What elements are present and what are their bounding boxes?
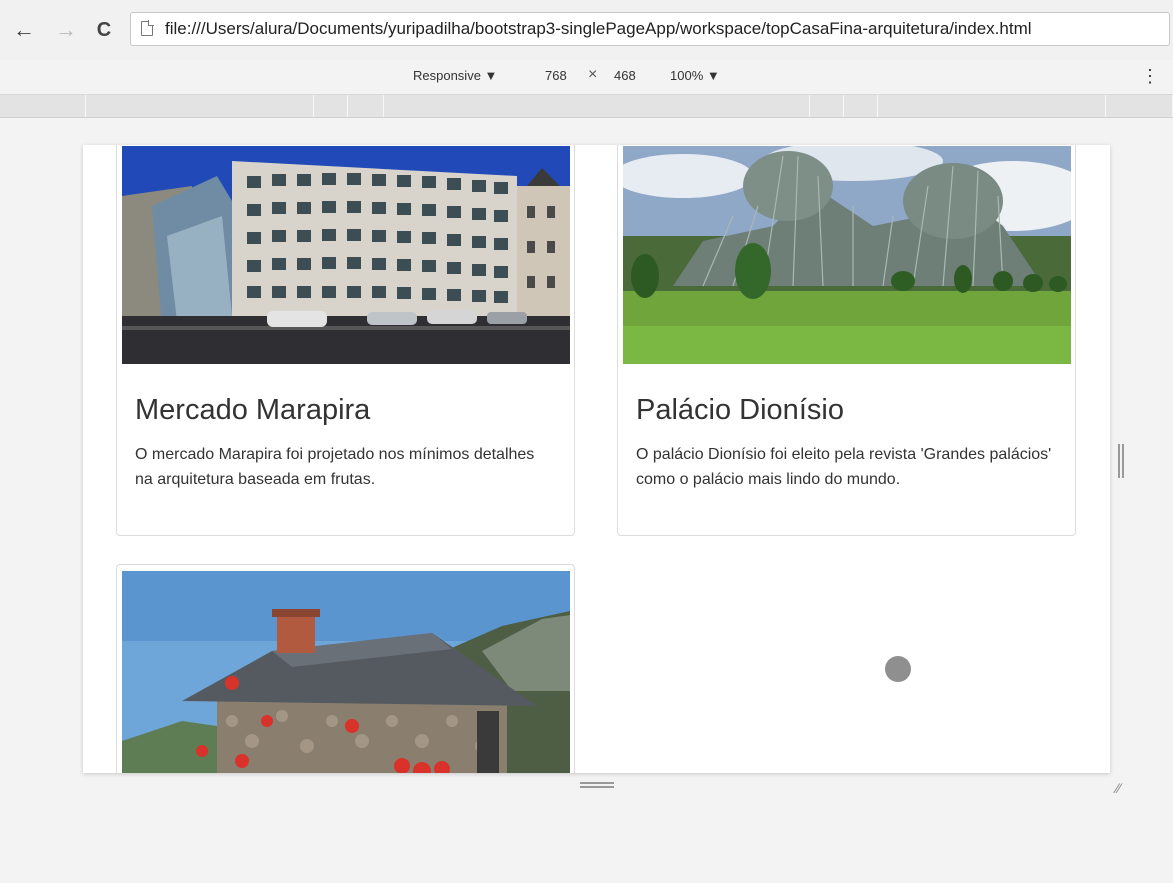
browser-toolbar: ← → C file:///Users/alura/Documents/yuri… bbox=[0, 0, 1173, 61]
viewport-height-input[interactable]: 468 bbox=[614, 68, 636, 83]
media-query-segment[interactable] bbox=[384, 95, 810, 117]
card-text: O palácio Dionísio foi eleito pela revis… bbox=[636, 446, 1052, 488]
emulated-page: Mercado Marapira O mercado Marapira foi … bbox=[83, 145, 1110, 773]
viewport-width-input[interactable]: 768 bbox=[545, 68, 567, 83]
address-bar[interactable]: file:///Users/alura/Documents/yuripadilh… bbox=[130, 12, 1170, 46]
card-title: Mercado Marapira bbox=[135, 394, 371, 426]
card-stone-house[interactable] bbox=[116, 564, 575, 773]
media-query-segment[interactable] bbox=[844, 95, 878, 117]
card-palacio-dionisio[interactable]: Palácio Dionísio O palácio Dionísio foi … bbox=[617, 145, 1076, 536]
more-options-icon[interactable]: ⋮ bbox=[1141, 66, 1159, 87]
card-image bbox=[122, 571, 570, 773]
device-toolbar: Responsive ▼ 768 × 468 100% ▼ ⋮ bbox=[0, 60, 1173, 95]
back-button[interactable]: ← bbox=[12, 18, 36, 42]
touch-cursor-indicator bbox=[885, 656, 911, 682]
media-query-segment[interactable] bbox=[878, 95, 1106, 117]
viewport-height-handle[interactable] bbox=[580, 782, 614, 788]
media-query-segment[interactable] bbox=[1106, 95, 1173, 117]
card-text: O mercado Marapira foi projetado nos mín… bbox=[135, 446, 535, 488]
media-query-segment[interactable] bbox=[314, 95, 348, 117]
media-query-segment[interactable] bbox=[0, 95, 86, 117]
media-query-segment[interactable] bbox=[86, 95, 314, 117]
viewport-width-handle[interactable] bbox=[1118, 444, 1124, 478]
address-bar-url[interactable]: file:///Users/alura/Documents/yuripadilh… bbox=[165, 19, 1032, 39]
zoom-select[interactable]: 100% ▼ bbox=[670, 68, 720, 83]
reload-button[interactable]: C bbox=[92, 18, 116, 42]
forward-button[interactable]: → bbox=[54, 18, 78, 42]
card-title: Palácio Dionísio bbox=[636, 394, 844, 426]
card-image bbox=[623, 146, 1071, 364]
dimension-separator: × bbox=[588, 66, 598, 83]
card-mercado-marapira[interactable]: Mercado Marapira O mercado Marapira foi … bbox=[116, 145, 575, 536]
card-image bbox=[122, 146, 570, 364]
media-query-segment[interactable] bbox=[810, 95, 844, 117]
page-icon bbox=[141, 20, 154, 36]
media-query-segment[interactable] bbox=[348, 95, 384, 117]
viewport-corner-resize-icon[interactable]: ⁄⁄ bbox=[1116, 780, 1121, 796]
device-mode-select[interactable]: Responsive ▼ bbox=[413, 68, 497, 83]
media-query-bar bbox=[0, 95, 1173, 118]
